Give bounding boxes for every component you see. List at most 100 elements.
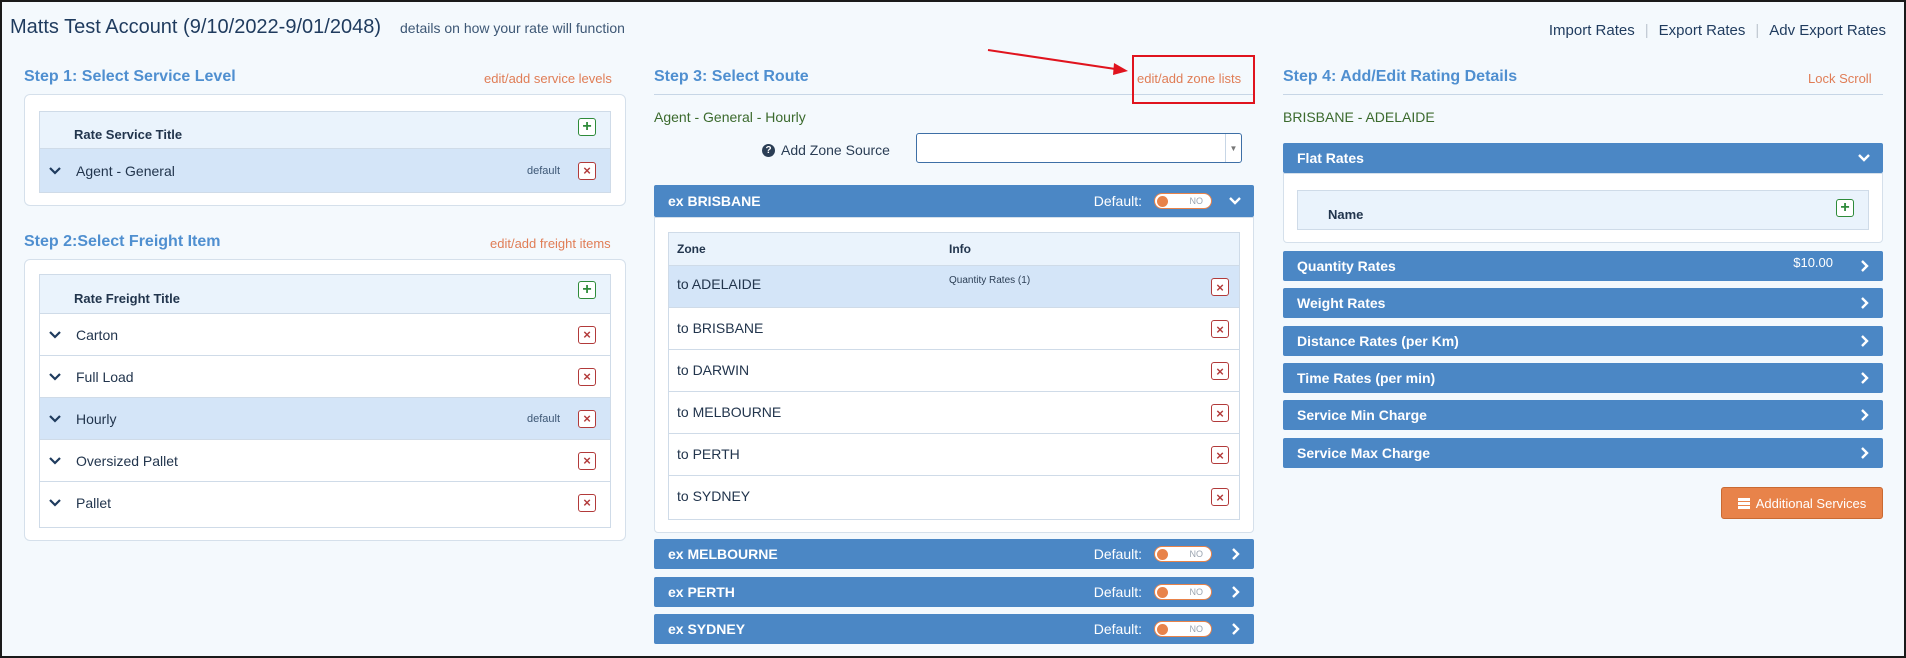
chevron-right-icon[interactable] [1857, 446, 1871, 460]
delete-button[interactable]: × [1211, 278, 1229, 296]
zone-row[interactable]: to ADELAIDE Quantity Rates (1) × [669, 265, 1239, 307]
chevron-down-icon[interactable] [48, 496, 62, 510]
delete-button[interactable]: × [1211, 362, 1229, 380]
rate-details-link[interactable]: details on how your rate will function [400, 20, 625, 36]
column-header: Rate Service Title [74, 126, 183, 142]
default-label: Default: [1093, 621, 1142, 637]
zone-panel: Zone Info to ADELAIDE Quantity Rates (1) ×… [654, 217, 1254, 533]
zone-row[interactable]: to SYDNEY × [669, 475, 1239, 517]
add-freight-item-button[interactable]: + [578, 281, 596, 299]
delete-button[interactable]: × [578, 451, 596, 470]
default-toggle[interactable]: NO [1154, 621, 1212, 637]
zone-name: to ADELAIDE [677, 276, 762, 292]
top-links: Import Rates | Export Rates | Adv Export… [1549, 22, 1886, 39]
delete-button[interactable]: × [578, 161, 596, 180]
rate-section-header[interactable]: Time Rates (per min) [1283, 363, 1883, 393]
chevron-right-icon[interactable] [1228, 547, 1242, 561]
table-row[interactable]: Full Load × [40, 355, 610, 397]
chevron-down-icon[interactable] [1228, 194, 1242, 208]
default-toggle[interactable]: NO [1154, 546, 1212, 562]
toggle-knob [1157, 624, 1168, 635]
add-service-level-button[interactable]: + [578, 118, 596, 136]
table-row[interactable]: Hourly default × [40, 397, 610, 439]
rate-section-header[interactable]: Distance Rates (per Km) [1283, 326, 1883, 356]
divider: | [1755, 22, 1760, 39]
chevron-right-icon[interactable] [1857, 408, 1871, 422]
chevron-right-icon[interactable] [1857, 371, 1871, 385]
delete-button[interactable]: × [1211, 446, 1229, 464]
delete-button[interactable]: × [578, 325, 596, 344]
edit-freight-items-link[interactable]: edit/add freight items [490, 236, 611, 251]
chevron-right-icon[interactable] [1228, 622, 1242, 636]
zone-source-select[interactable]: ▼ [916, 133, 1242, 163]
adv-export-rates-link[interactable]: Adv Export Rates [1769, 22, 1886, 39]
zone-list: to ADELAIDE Quantity Rates (1) × to BRISBAN… [669, 265, 1239, 517]
chevron-right-icon[interactable] [1857, 334, 1871, 348]
toggle-text: NO [1189, 587, 1204, 597]
additional-services-button[interactable]: Additional Services [1721, 487, 1883, 519]
add-flat-rate-button[interactable]: + [1836, 199, 1854, 217]
chevron-right-icon[interactable] [1857, 296, 1871, 310]
rate-section-header[interactable]: Weight Rates [1283, 288, 1883, 318]
column-header: Name [1328, 207, 1364, 222]
table-row[interactable]: Agent - General default × [40, 148, 610, 192]
zone-row[interactable]: to DARWIN × [669, 349, 1239, 391]
button-label: Additional Services [1755, 495, 1867, 511]
rate-section-header[interactable]: Quantity Rates $10.00 [1283, 251, 1883, 281]
divider: | [1644, 22, 1649, 39]
chevron-down-icon[interactable] [48, 328, 62, 342]
delete-button[interactable]: × [1211, 404, 1229, 422]
table-row[interactable]: Oversized Pallet × [40, 439, 610, 481]
chevron-right-icon[interactable] [1228, 585, 1242, 599]
chevron-down-icon[interactable] [1857, 151, 1871, 165]
delete-button[interactable]: × [578, 493, 596, 512]
delete-button[interactable]: × [578, 367, 596, 386]
row-label: Full Load [76, 368, 134, 385]
help-icon[interactable]: ? [762, 143, 775, 157]
zone-table: Zone Info to ADELAIDE Quantity Rates (1) ×… [668, 232, 1240, 520]
default-toggle[interactable]: NO [1154, 584, 1212, 600]
zone-row[interactable]: to BRISBANE × [669, 307, 1239, 349]
rate-section-header[interactable]: Service Max Charge [1283, 438, 1883, 468]
annotation-arrow-icon [987, 49, 1128, 75]
lock-scroll-link[interactable]: Lock Scroll [1808, 71, 1872, 86]
origin-title: ex BRISBANE [668, 193, 761, 209]
step2-title: Step 2:Select Freight Item [24, 233, 221, 250]
flat-rates-header[interactable]: Flat Rates [1283, 143, 1883, 173]
column-header-zone: Zone [677, 242, 706, 256]
divider [1283, 94, 1883, 95]
origin-header-brisbane[interactable]: ex BRISBANE Default: NO [654, 185, 1254, 217]
chevron-down-icon[interactable] [48, 454, 62, 468]
chevron-down-icon[interactable] [48, 164, 62, 178]
column-header: Rate Freight Title [74, 290, 180, 306]
export-rates-link[interactable]: Export Rates [1659, 22, 1746, 39]
service-level-panel: Rate Service Title + Agent - General def… [24, 94, 626, 206]
delete-button[interactable]: × [578, 409, 596, 428]
toggle-knob [1157, 196, 1168, 207]
chevron-down-icon[interactable]: ▼ [1225, 134, 1241, 162]
delete-button[interactable]: × [1211, 488, 1229, 506]
rate-section-header[interactable]: Service Min Charge [1283, 400, 1883, 430]
chevron-down-icon[interactable] [48, 412, 62, 426]
table-row[interactable]: Carton × [40, 313, 610, 355]
zone-name: to SYDNEY [677, 488, 751, 504]
origin-header[interactable]: ex PERTH Default: NO [654, 577, 1254, 607]
zone-row[interactable]: to MELBOURNE × [669, 391, 1239, 433]
default-toggle[interactable]: NO [1154, 193, 1212, 209]
delete-button[interactable]: × [1211, 320, 1229, 338]
zone-row[interactable]: to PERTH × [669, 433, 1239, 475]
table-row[interactable]: Pallet × [40, 481, 610, 523]
zone-name: to PERTH [677, 446, 740, 462]
chevron-down-icon[interactable] [48, 370, 62, 384]
section-title: Service Max Charge [1297, 445, 1431, 461]
section-value: $10.00 [1793, 255, 1833, 270]
table-header: Zone Info [669, 233, 1239, 265]
freight-list: Carton × Full Load × Hourly default × Oversized… [40, 313, 610, 523]
origin-header[interactable]: ex SYDNEY Default: NO [654, 614, 1254, 644]
origin-header[interactable]: ex MELBOURNE Default: NO [654, 539, 1254, 569]
table-header: Rate Freight Title + [40, 275, 610, 313]
edit-service-levels-link[interactable]: edit/add service levels [484, 71, 612, 86]
import-rates-link[interactable]: Import Rates [1549, 22, 1635, 39]
chevron-right-icon[interactable] [1857, 259, 1871, 273]
column-header-info: Info [949, 242, 971, 256]
